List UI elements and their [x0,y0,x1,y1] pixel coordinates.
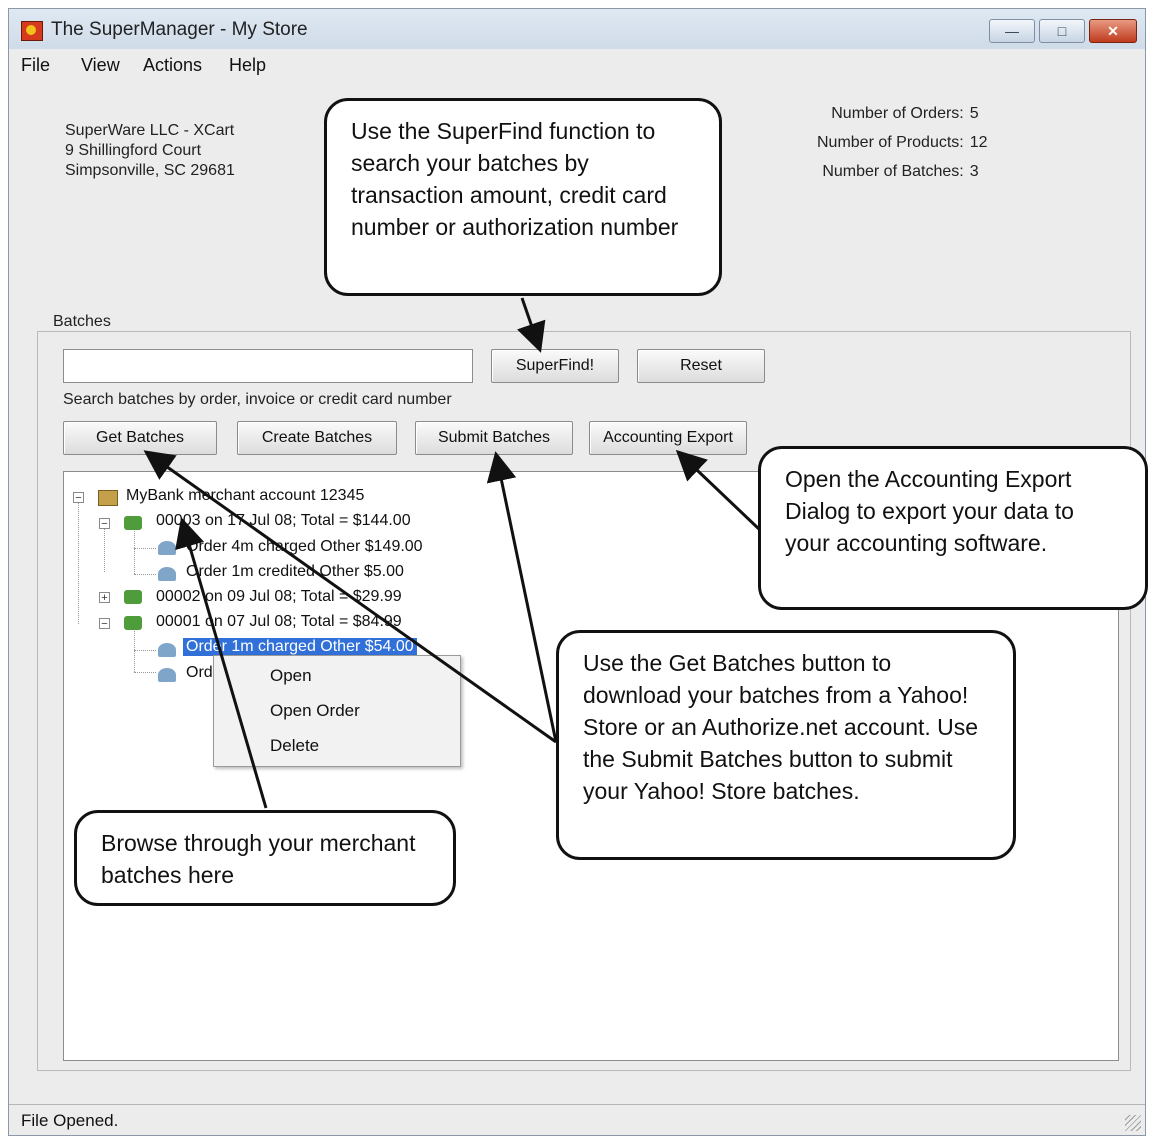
arrow-superfind [516,297,546,353]
annotation-arrows [143,297,762,809]
arrow-submit-batches [486,451,558,743]
arrow-get-batches [143,450,557,744]
arrow-accounting-export [675,449,762,532]
arrow-browse [175,517,268,809]
